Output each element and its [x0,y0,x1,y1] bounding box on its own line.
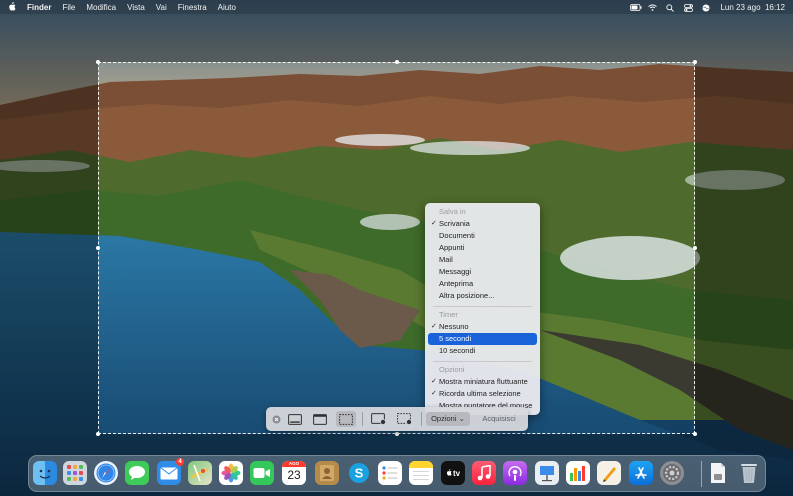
resize-handle-top-left[interactable] [96,60,100,64]
dock-note-icon[interactable] [409,461,433,485]
menu-item-mostra-miniatura[interactable]: ✓ Mostra miniatura fluttuante [428,376,537,388]
menu-finestra[interactable]: Finestra [178,3,207,12]
menu-aiuto[interactable]: Aiuto [218,3,236,12]
mail-badge: 4 [176,458,184,466]
dim-overlay-left [0,62,98,434]
dock-facetime-icon[interactable] [250,461,274,485]
menu-header-timer: Timer [439,310,458,319]
menu-modifica[interactable]: Modifica [86,3,116,12]
menu-vista[interactable]: Vista [127,3,145,12]
menu-item-nessuno[interactable]: ✓ Nessuno [428,321,537,333]
menu-header-save-to: Salva in [439,207,466,216]
resize-handle-right[interactable] [693,246,697,250]
dock-calendario-icon[interactable]: AGO 23 [282,461,306,485]
dock-apple-tv-icon[interactable]: tv [441,461,465,485]
capture-selection-area[interactable] [96,60,697,436]
dock: 4 AGO 23 S tv [28,455,766,492]
wifi-icon[interactable] [648,3,658,11]
dock-musica-icon[interactable] [472,461,496,485]
record-screen-icon[interactable] [369,412,389,426]
capture-window-icon[interactable] [311,412,329,426]
resize-handle-left[interactable] [96,246,100,250]
record-selection-icon[interactable] [395,412,415,426]
siri-icon[interactable] [702,4,711,11]
dock-promemoria-icon[interactable] [378,461,402,485]
dock-launchpad-icon[interactable] [63,461,87,485]
resize-handle-bottom-left[interactable] [96,432,100,436]
dock-finder-icon[interactable] [33,461,57,485]
menu-finder[interactable]: Finder [27,3,51,12]
dock-keynote-icon[interactable] [535,461,559,485]
dock-skype-icon[interactable]: S [347,461,371,485]
menu-item-documenti[interactable]: Documenti [428,230,537,242]
resize-handle-bottom[interactable] [395,432,399,436]
dock-cestino-icon[interactable] [737,461,761,485]
svg-text:S: S [355,466,364,481]
dock-separator [701,461,702,487]
close-icon[interactable] [270,412,282,426]
menu-item-messaggi[interactable]: Messaggi [428,266,537,278]
toolbar-divider [421,412,422,426]
dock-mappe-icon[interactable] [188,461,212,485]
checkmark-icon: ✓ [431,378,437,385]
menu-bar: Finder File Modifica Vista Vai Finestra … [0,0,793,14]
options-button[interactable]: Opzioni ⌄ [426,412,470,426]
dock-pages-icon[interactable] [597,461,621,485]
notes-header [409,461,433,468]
tv-label: tv [452,468,461,478]
menu-item-anteprima[interactable]: Anteprima [428,278,537,290]
dock-podcast-icon[interactable] [503,461,527,485]
battery-icon[interactable] [630,3,642,11]
menu-item-ricorda-selezione[interactable]: ✓ Ricorda ultima selezione [428,388,537,400]
menu-item-altra-posizione[interactable]: Altra posizione... [428,290,537,302]
menu-vai[interactable]: Vai [156,3,167,12]
resize-handle-top[interactable] [395,60,399,64]
menu-item-mail[interactable]: Mail [428,254,537,266]
dock-numbers-icon[interactable] [566,461,590,485]
control-center-icon[interactable] [684,3,694,12]
menu-separator [433,361,532,362]
dock-documents-folder-icon[interactable] [706,461,730,485]
screenshot-options-menu: Salva in ✓ Scrivania Documenti Appunti Ma… [425,203,540,415]
resize-handle-bottom-right[interactable] [693,432,697,436]
checkmark-icon: ✓ [431,323,437,330]
dock-messaggi-icon[interactable] [125,461,149,485]
menu-item-10-secondi[interactable]: 10 secondi [428,345,537,357]
menu-item-5-secondi[interactable]: 5 secondi [428,333,537,345]
calendar-day: 23 [287,468,301,482]
capture-entire-screen-icon[interactable] [286,412,304,426]
tv-apple-icon [446,468,452,478]
search-icon[interactable] [666,3,675,12]
dim-overlay-right [695,62,793,434]
dock-safari-icon[interactable] [94,461,118,485]
checkmark-icon: ✓ [431,390,437,397]
dock-contatti-icon[interactable] [315,461,339,485]
screenshot-toolbar: Opzioni ⌄ Acquisisci [266,407,528,431]
dock-mail-icon[interactable]: 4 [157,458,184,485]
capture-button[interactable]: Acquisisci [474,412,524,426]
menu-separator [433,306,532,307]
toolbar-divider [362,412,363,426]
menu-item-scrivania[interactable]: ✓ Scrivania [428,218,537,230]
menubar-clock[interactable]: Lun 23 ago 16:12 [720,3,785,12]
apple-logo-icon[interactable] [8,1,16,13]
resize-handle-top-right[interactable] [693,60,697,64]
dock-system-preferences-icon[interactable] [660,461,684,485]
menu-file[interactable]: File [62,3,75,12]
dock-foto-icon[interactable] [219,461,243,485]
menu-item-appunti[interactable]: Appunti [428,242,537,254]
dock-app-store-icon[interactable] [629,461,653,485]
menu-header-opzioni: Opzioni [439,365,465,374]
capture-selection-icon[interactable] [336,411,356,427]
checkmark-icon: ✓ [431,220,437,227]
